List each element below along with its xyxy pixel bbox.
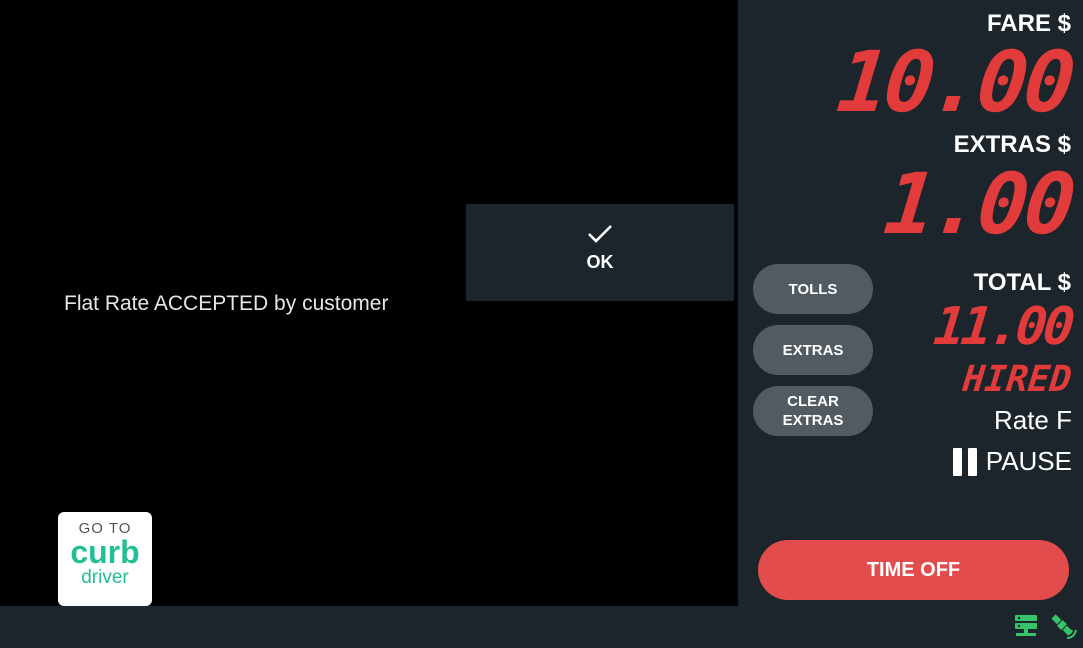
clear-extras-line2: EXTRAS xyxy=(782,412,844,429)
status-icons xyxy=(1013,612,1077,640)
rate-label: Rate F xyxy=(993,405,1072,435)
pause-label: PAUSE xyxy=(985,446,1072,476)
fare-value: 10.00 xyxy=(832,33,1077,131)
go-to-curb-driver-button[interactable]: GO TO curb driver xyxy=(58,512,152,606)
status-bar xyxy=(0,606,1083,648)
hired-status: HIRED xyxy=(960,359,1074,400)
ok-button[interactable]: OK xyxy=(466,204,734,301)
curb-driver-text: driver xyxy=(81,567,129,588)
flat-rate-message: Flat Rate ACCEPTED by customer xyxy=(64,292,389,315)
left-pane: Flat Rate ACCEPTED by customer OK GO TO … xyxy=(0,0,738,606)
time-off-button[interactable]: TIME OFF xyxy=(758,540,1069,600)
total-value: 11.00 xyxy=(931,297,1075,357)
meter-panel: FARE $ 10.00 EXTRAS $ 1.00 TOLLS EXTRAS … xyxy=(738,0,1083,606)
ok-label: OK xyxy=(586,252,614,272)
curb-logo-text: curb xyxy=(70,534,140,570)
total-label: TOTAL $ xyxy=(973,269,1071,296)
satellite-icon xyxy=(1051,614,1077,639)
extras-value: 1.00 xyxy=(879,155,1077,253)
clear-extras-button[interactable]: CLEAR EXTRAS xyxy=(753,386,873,436)
pause-icon xyxy=(952,447,977,476)
tolls-button[interactable]: TOLLS xyxy=(753,264,873,314)
clear-extras-line1: CLEAR xyxy=(787,393,839,410)
server-icon xyxy=(1015,615,1037,636)
pause-button[interactable]: PAUSE xyxy=(952,446,1072,477)
extras-button[interactable]: EXTRAS xyxy=(753,325,873,375)
check-icon xyxy=(588,225,612,243)
